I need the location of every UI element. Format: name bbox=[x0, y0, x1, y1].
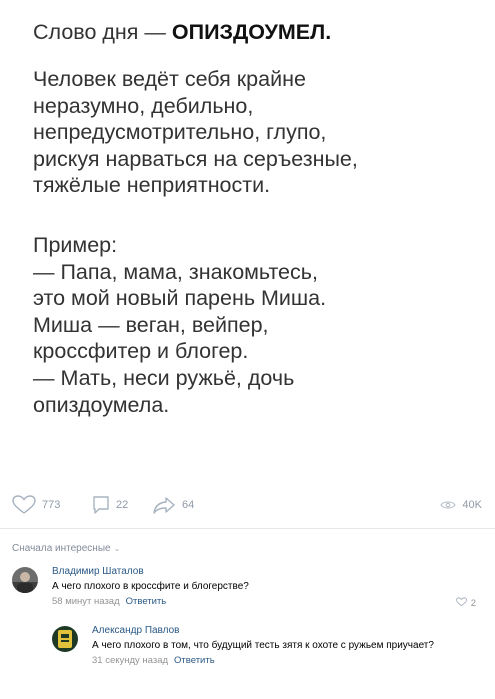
comment-like-button[interactable]: 2 bbox=[455, 597, 476, 610]
comment-button[interactable]: 22 bbox=[92, 492, 128, 518]
post-definition: Человек ведёт себя крайне неразумно, деб… bbox=[33, 66, 473, 199]
comments-sort-dropdown[interactable]: Сначала интересные ⌄ bbox=[12, 543, 120, 554]
post-title-word: ОПИЗДОУМЕЛ. bbox=[171, 20, 332, 44]
comment-text: А чего плохого в том, что будущий тесть … bbox=[92, 640, 434, 651]
divider bbox=[0, 528, 495, 529]
text-line: тяжёлые неприятности. bbox=[33, 173, 271, 198]
share-count: 64 bbox=[182, 499, 195, 511]
like-button[interactable]: 773 bbox=[12, 492, 60, 518]
comment-icon bbox=[92, 495, 110, 515]
share-icon bbox=[152, 495, 176, 515]
text-line: опиздоумела. bbox=[33, 392, 170, 417]
comment-body: Владимир Шаталов А чего плохого в кроссф… bbox=[52, 565, 452, 608]
comment-like-count: 2 bbox=[470, 598, 476, 609]
comments-sort-label: Сначала интересные bbox=[12, 543, 111, 554]
text-line: непредусмотрительно, глупо, bbox=[33, 120, 327, 145]
heart-icon bbox=[455, 597, 467, 610]
comment-meta: 31 секунду назад Ответить bbox=[92, 655, 492, 667]
comment-count: 22 bbox=[116, 499, 129, 511]
post-example: Пример: — Папа, мама, знакомьтесь, это м… bbox=[33, 232, 473, 418]
text-line: — Мать, неси ружьё, дочь bbox=[33, 365, 295, 390]
comment-author-link[interactable]: Александр Павлов bbox=[92, 624, 492, 637]
avatar[interactable] bbox=[12, 567, 38, 593]
text-line: — Папа, мама, знакомьтесь, bbox=[33, 259, 318, 284]
share-button[interactable]: 64 bbox=[152, 492, 194, 518]
avatar[interactable] bbox=[52, 626, 78, 652]
post: Слово дня — ОПИЗДОУМЕЛ. Человек ведёт се… bbox=[0, 0, 495, 530]
post-actions: 773 22 64 40K bbox=[12, 492, 482, 518]
comment-time[interactable]: 58 минут назад bbox=[52, 596, 120, 607]
text-line: это мой новый парень Миша. bbox=[33, 286, 327, 311]
view-count: 40K bbox=[462, 499, 482, 511]
text-line: рискуя нарваться на серъезные, bbox=[33, 146, 358, 171]
views-counter: 40K bbox=[440, 492, 482, 518]
text-line: Миша — веган, вейпер, bbox=[33, 312, 269, 337]
comment-author-link[interactable]: Владимир Шаталов bbox=[52, 565, 452, 578]
like-count: 773 bbox=[42, 499, 61, 511]
comment-text: А чего плохого в кроссфите и блогерстве? bbox=[52, 581, 249, 592]
heart-icon bbox=[12, 495, 36, 515]
text-line: кроссфитер и блогер. bbox=[33, 339, 249, 364]
text-line: Человек ведёт себя крайне bbox=[33, 67, 306, 91]
comment-meta: 58 минут назад Ответить bbox=[52, 596, 452, 608]
post-title: Слово дня — ОПИЗДОУМЕЛ. bbox=[33, 20, 331, 45]
comment-time[interactable]: 31 секунду назад bbox=[92, 655, 168, 666]
chevron-down-icon: ⌄ bbox=[113, 544, 121, 553]
reply-button[interactable]: Ответить bbox=[174, 655, 215, 666]
comment-body: Александр Павлов А чего плохого в том, ч… bbox=[92, 624, 492, 667]
eye-icon bbox=[440, 499, 457, 511]
text-line: Пример: bbox=[33, 233, 118, 257]
post-title-prefix: Слово дня — bbox=[33, 20, 172, 44]
text-line: неразумно, дебильно, bbox=[33, 93, 254, 118]
reply-button[interactable]: Ответить bbox=[126, 596, 167, 607]
